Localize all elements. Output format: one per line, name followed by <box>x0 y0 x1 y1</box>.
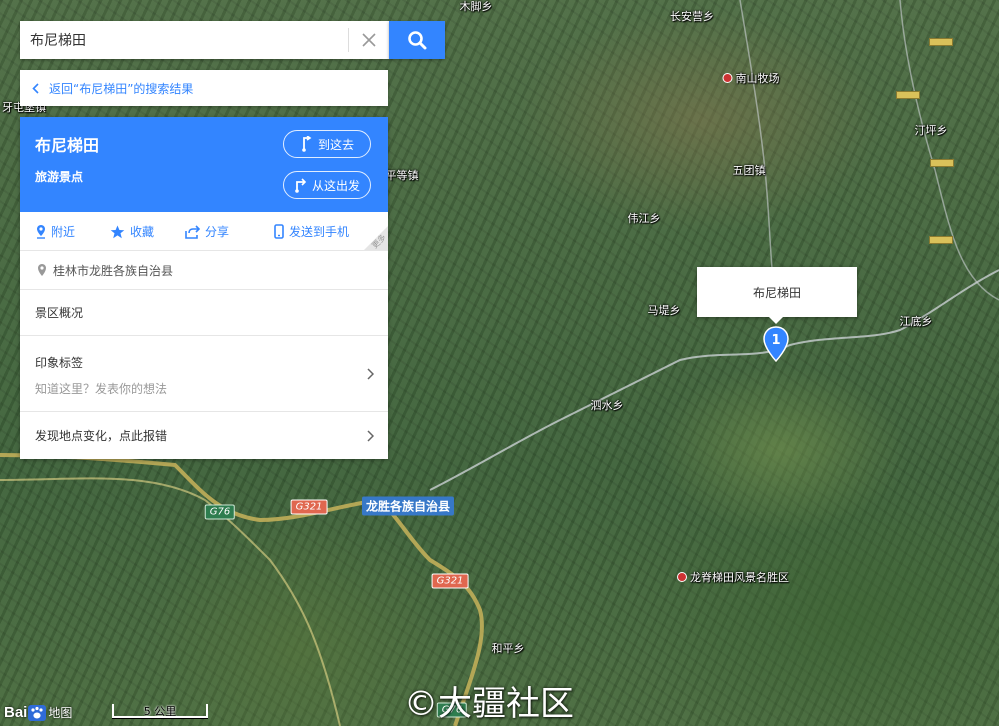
share-label: 分享 <box>205 225 230 239</box>
paw-icon <box>28 704 47 721</box>
watermark: ©大疆社区 <box>404 684 574 724</box>
scale-label: 5 公里 <box>143 705 177 718</box>
place-weijiang[interactable]: 伟江乡 <box>628 210 661 226</box>
poi-callout[interactable]: 布尼梯田 <box>697 267 857 324</box>
send-to-phone-label: 发送到手机 <box>289 225 350 239</box>
impression-hint: 知道这里？发表你的想法 <box>35 382 168 396</box>
clear-search-button[interactable] <box>348 28 389 52</box>
place-tingping[interactable]: 汀坪乡 <box>915 122 948 138</box>
road-shield-g321: G321 <box>290 499 328 515</box>
place-heping[interactable]: 和平乡 <box>492 640 525 656</box>
overview-row[interactable]: 景区概况 <box>20 290 388 336</box>
poi-dot-icon <box>722 73 733 83</box>
chevron-right-icon <box>367 367 374 380</box>
logo-map-text: 地图 <box>48 706 73 720</box>
report-label: 发现地点变化，点此报错 <box>35 429 168 443</box>
star-icon <box>110 225 125 238</box>
place-madi[interactable]: 马堤乡 <box>648 302 681 318</box>
location-pin-icon <box>38 264 46 276</box>
road-shield-g321: G321 <box>431 573 469 589</box>
location-pin-icon <box>37 225 45 239</box>
address-text: 桂林市龙胜各族自治县 <box>53 263 174 278</box>
close-icon <box>362 33 376 47</box>
place-nanshan-label: 南山牧场 <box>735 72 780 85</box>
go-here-label: 到这去 <box>317 137 354 152</box>
start-here-label: 从这出发 <box>311 178 360 193</box>
route-to-icon <box>302 136 312 152</box>
search-icon <box>408 31 427 50</box>
poi-header: 布尼梯田 旅游景点 到这去 从这出发 <box>20 117 388 212</box>
poi-dot-icon <box>677 572 687 582</box>
place-longji[interactable]: 龙脊梯田风景名胜区 <box>677 569 789 585</box>
road-shield-g76: G76 <box>204 504 236 520</box>
route-from-icon <box>295 178 307 193</box>
place-mujiao[interactable]: 木脚乡 <box>460 0 493 14</box>
north-road-line <box>739 0 776 301</box>
place-pingdeng[interactable]: 平等镇 <box>386 167 419 183</box>
place-sishui[interactable]: 泗水乡 <box>591 397 624 413</box>
phone-icon <box>274 224 284 239</box>
road-sign-icon <box>896 91 920 99</box>
baidu-map-logo[interactable]: Bai 地图 <box>4 704 72 721</box>
nearby-button[interactable]: 附近 <box>36 223 75 240</box>
place-nanshan[interactable]: 南山牧场 <box>722 70 780 86</box>
search-button[interactable] <box>389 21 445 59</box>
back-link-label: 返回“布尼梯田”的搜索结果 <box>49 81 194 96</box>
share-icon <box>185 224 200 239</box>
back-to-results-link[interactable]: 返回“布尼梯田”的搜索结果 <box>20 70 388 106</box>
logo-text: Bai <box>4 704 28 721</box>
place-changan[interactable]: 长安营乡 <box>670 8 714 24</box>
poi-title: 布尼梯田 <box>35 136 100 155</box>
report-error-row[interactable]: 发现地点变化，点此报错 <box>20 412 388 459</box>
poi-detail-card: 布尼梯田 旅游景点 到这去 从这出发 附近 收藏 分享 发送到手机 更多 桂林市… <box>20 117 388 459</box>
marker-number: 1 <box>771 333 780 348</box>
road-sign-icon <box>929 236 953 244</box>
address-row: 桂林市龙胜各族自治县 <box>20 251 388 290</box>
place-jiangdi[interactable]: 江底乡 <box>900 313 933 329</box>
road-sign-icon <box>929 38 953 46</box>
map-marker-icon[interactable]: 1 <box>763 326 789 362</box>
highway-g76-line <box>0 477 341 726</box>
favorite-label: 收藏 <box>130 225 155 239</box>
road-sign-icon <box>930 159 954 167</box>
chevron-right-icon <box>367 429 374 442</box>
favorite-button[interactable]: 收藏 <box>110 223 154 240</box>
chevron-left-icon <box>32 82 39 94</box>
share-button[interactable]: 分享 <box>185 223 229 240</box>
search-box <box>20 21 389 59</box>
overview-label: 景区概况 <box>35 306 84 320</box>
poi-actions: 附近 收藏 分享 发送到手机 更多 <box>20 212 388 251</box>
impression-tags-row[interactable]: 印象标签 知道这里？发表你的想法 <box>20 336 388 412</box>
send-to-phone-button[interactable]: 发送到手机 <box>274 223 349 240</box>
nearby-label: 附近 <box>51 225 76 239</box>
county-label[interactable]: 龙胜各族自治县 <box>361 496 455 516</box>
place-longji-label: 龙脊梯田风景名胜区 <box>690 571 789 584</box>
place-wutuan[interactable]: 五团镇 <box>733 162 766 178</box>
impression-title: 印象标签 <box>35 356 84 370</box>
start-here-button[interactable]: 从这出发 <box>283 171 371 199</box>
go-here-button[interactable]: 到这去 <box>283 130 371 158</box>
poi-category: 旅游景点 <box>35 170 84 184</box>
search-input[interactable] <box>20 21 348 59</box>
